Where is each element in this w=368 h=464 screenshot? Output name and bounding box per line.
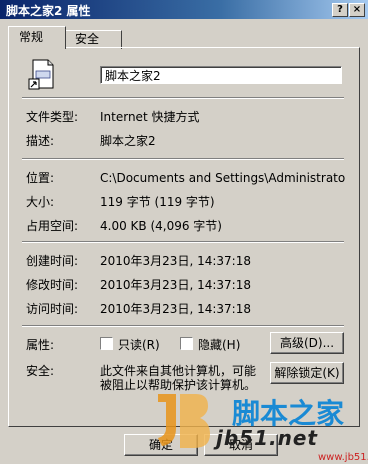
attributes-label: 属性: [26,338,55,352]
description-value: 脚本之家2 [100,134,156,148]
created-label: 创建时间: [26,254,79,268]
file-type-label: 文件类型: [26,110,79,124]
readonly-label[interactable]: 只读(R) [118,336,160,353]
shortcut-file-icon [28,59,54,90]
close-button[interactable]: × [349,3,365,17]
security-label: 安全: [26,364,55,378]
watermark-url: jb51.net [216,426,318,450]
watermark-logo-icon [158,394,210,448]
size-label: 大小: [26,195,55,209]
modified-value: 2010年3月23日, 14:37:18 [100,278,251,292]
description-label: 描述: [26,134,55,148]
size-on-disk-value: 4.00 KB (4,096 字节) [100,219,222,233]
unblock-button[interactable]: 解除锁定(K) [270,362,344,384]
modified-label: 修改时间: [26,278,79,292]
separator [22,241,344,243]
hidden-checkbox[interactable] [180,337,193,350]
help-button[interactable]: ? [332,3,348,17]
created-value: 2010年3月23日, 14:37:18 [100,254,251,268]
size-on-disk-label: 占用空间: [26,219,79,233]
location-label: 位置: [26,171,55,185]
hidden-label[interactable]: 隐藏(H) [198,336,240,353]
file-name-field[interactable]: 脚本之家2 [100,66,342,84]
window-title: 脚本之家2 属性 [6,4,91,18]
separator [22,97,344,99]
advanced-button[interactable]: 高级(D)... [270,332,344,354]
accessed-label: 访问时间: [26,302,79,316]
readonly-checkbox[interactable] [100,337,113,350]
location-value: C:\Documents and Settings\Administrator\… [100,171,346,185]
separator [22,158,344,160]
separator [22,325,344,327]
tab-general[interactable]: 常规 [8,26,66,49]
accessed-value: 2010年3月23日, 14:37:18 [100,302,251,316]
file-type-value: Internet 快捷方式 [100,110,200,124]
size-value: 119 字节 (119 字节) [100,195,215,209]
title-bar[interactable]: 脚本之家2 属性 ? × [0,0,368,19]
watermark-url-small: www.jb51.net [318,452,368,463]
properties-dialog: 脚本之家2 属性 ? × 常规 安全 脚本之家2 文件类型: Internet … [0,0,368,464]
